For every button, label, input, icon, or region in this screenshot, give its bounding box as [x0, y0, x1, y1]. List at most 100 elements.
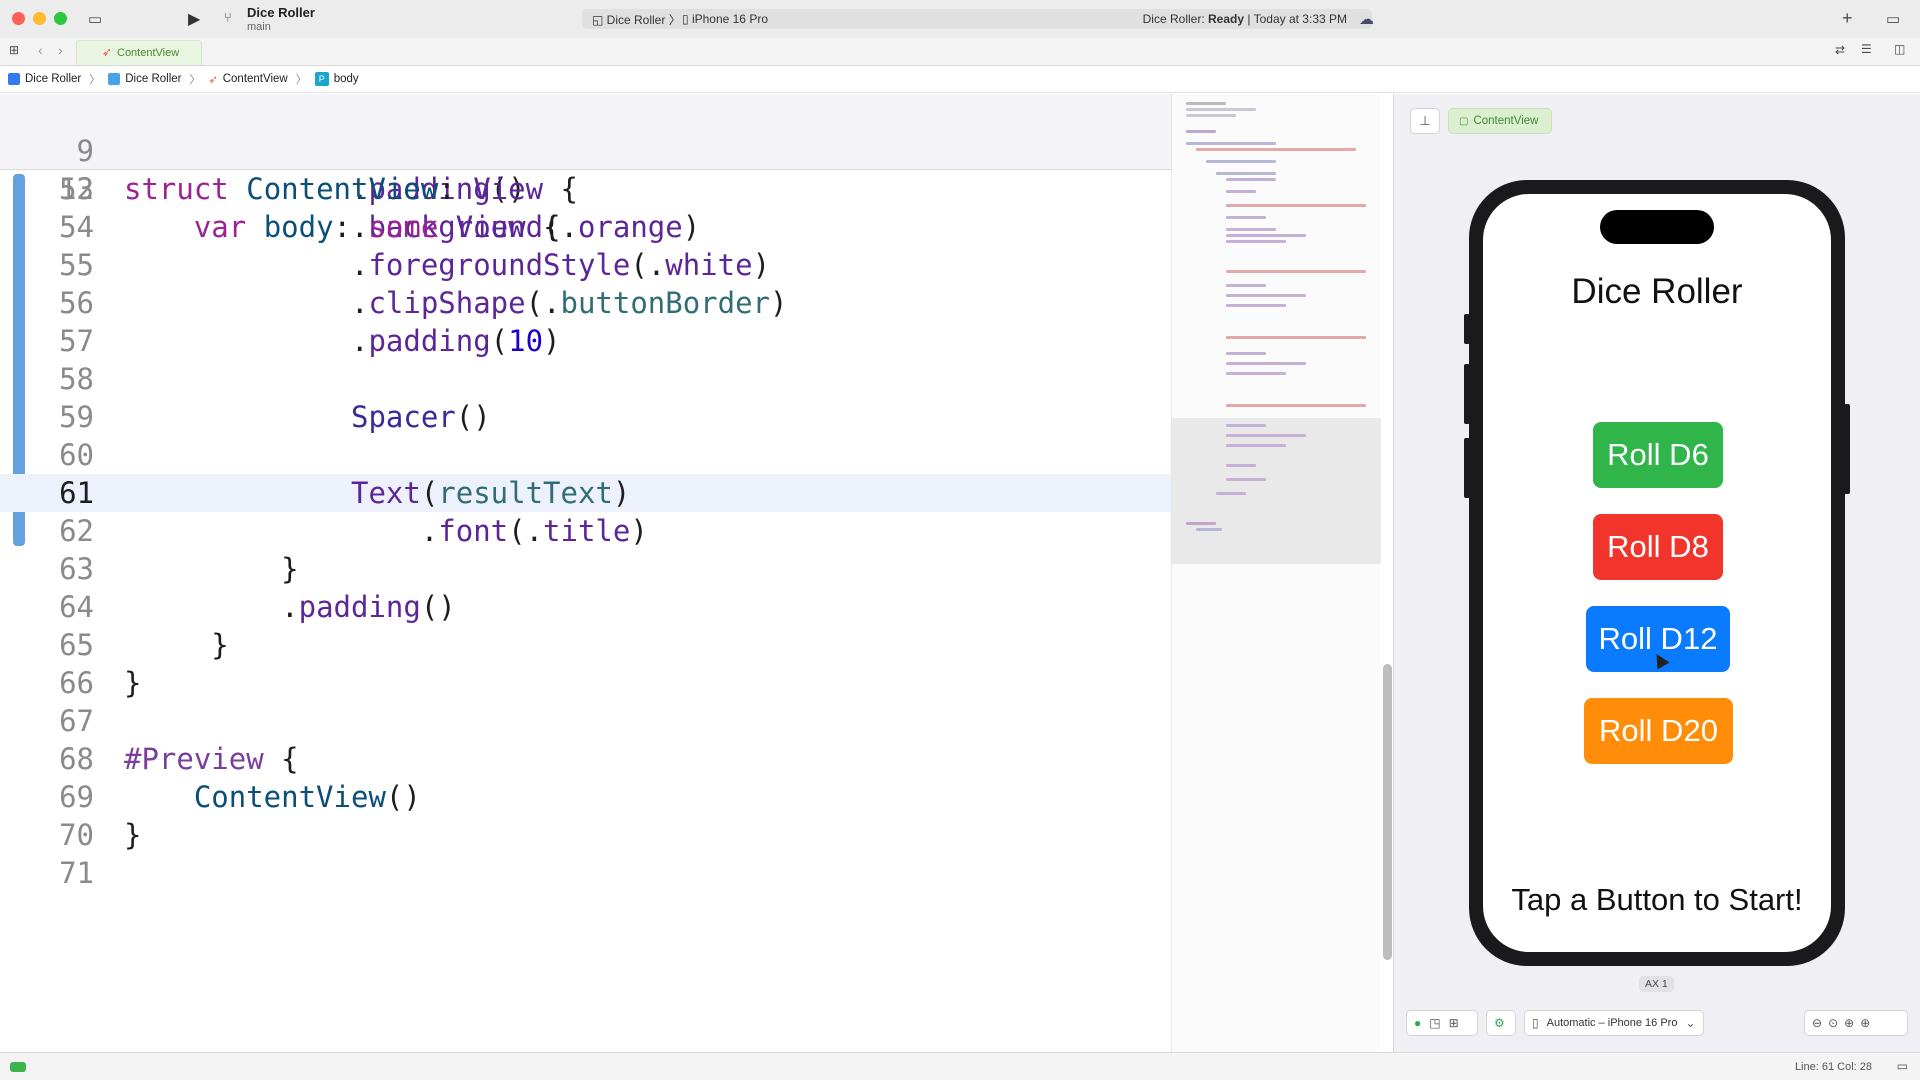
- code-line: 12 var body: some View {: [0, 132, 1171, 244]
- code-line: 71: [59, 856, 94, 890]
- code-line: 64 .padding(): [59, 590, 456, 624]
- breadcrumb-folder[interactable]: Dice Roller: [108, 73, 182, 85]
- device-selector[interactable]: ▯ Automatic – iPhone 16 Pro ⌄: [1524, 1010, 1704, 1036]
- zoom-out-icon[interactable]: ⊖: [1812, 1016, 1822, 1030]
- phone-icon: ▯: [1532, 1016, 1539, 1030]
- action-button: [1464, 314, 1470, 344]
- code-line: 56 .clipShape(.buttonBorder): [59, 286, 788, 320]
- code-editor[interactable]: 9 struct ContentView: View { 12 var body…: [0, 94, 1171, 1052]
- code-line: 59 Spacer(): [59, 400, 491, 434]
- device-icon: ▯: [682, 12, 692, 26]
- sticky-scope-header: 9 struct ContentView: View { 12 var body…: [0, 94, 1171, 244]
- roll-d6-button[interactable]: Roll D6: [1593, 422, 1723, 488]
- code-line: 60: [59, 438, 94, 472]
- zoom-fit-icon[interactable]: ⊕: [1844, 1016, 1854, 1030]
- code-line: 66}: [59, 666, 142, 700]
- code-line: 57 .padding(10): [59, 324, 561, 358]
- title-bar: ▭ ▶ ⑂ Dice Roller main ◱ Dice Roller 〉 ▯…: [0, 0, 1920, 38]
- project-name: Dice Roller: [247, 5, 315, 20]
- zoom-window-button[interactable]: [54, 12, 67, 25]
- swift-file-icon: ➶: [208, 73, 218, 86]
- code-line: 67: [59, 704, 94, 738]
- sync-icon[interactable]: ⇄: [1835, 43, 1845, 57]
- preview-controls: ● ◳ ⊞ ⚙ ▯ Automatic – iPhone 16 Pro ⌄ ⊖ …: [1394, 1006, 1920, 1046]
- chevron-right-icon: 〉: [89, 74, 101, 86]
- device-settings-button[interactable]: ⚙: [1486, 1010, 1516, 1036]
- breadcrumb-project[interactable]: Dice Roller: [8, 73, 81, 85]
- live-preview-icon[interactable]: ●: [1414, 1016, 1421, 1030]
- breadcrumb-file[interactable]: ➶ ContentView: [209, 73, 288, 86]
- preview-canvas: ⊥ ▢ ContentView Dice Roller Roll D6 Roll…: [1394, 94, 1920, 1052]
- chevron-right-icon: 〉: [295, 74, 307, 86]
- code-line: 70}: [59, 818, 142, 852]
- code-line: 63 }: [59, 552, 299, 586]
- current-code-line: 61 Text(resultText): [0, 474, 1171, 512]
- property-icon: P: [314, 72, 329, 86]
- result-text: Tap a Button to Start!: [1511, 882, 1803, 917]
- zoom-in-icon[interactable]: ⊕: [1860, 1016, 1870, 1030]
- dynamic-island: [1600, 210, 1714, 244]
- code-line: 69 ContentView(): [59, 780, 421, 814]
- accessibility-label: AX 1: [1639, 976, 1674, 992]
- code-line: 62 .font(.title): [59, 514, 648, 548]
- settings-icon: ⚙: [1494, 1016, 1505, 1030]
- run-button[interactable]: ▶: [188, 9, 200, 29]
- grid-icon[interactable]: ⊞: [9, 43, 19, 57]
- cursor-position: Line: 61 Col: 28: [1794, 1061, 1872, 1073]
- roll-d20-button[interactable]: Roll D20: [1584, 698, 1733, 764]
- minimize-window-button[interactable]: [33, 12, 46, 25]
- branch-name: main: [247, 21, 271, 33]
- preview-tab-contentview[interactable]: ▢ ContentView: [1448, 108, 1552, 134]
- sidebar-toggle-icon[interactable]: ▭: [88, 10, 102, 28]
- volume-down-button: [1464, 438, 1470, 498]
- build-status-icon[interactable]: [10, 1062, 26, 1072]
- cloud-icon[interactable]: ☁: [1359, 10, 1374, 28]
- code-line: 65 }: [59, 628, 229, 662]
- close-window-button[interactable]: [12, 12, 25, 25]
- app-title: Dice Roller: [1571, 272, 1743, 311]
- code-line: 9 struct ContentView: View {: [0, 94, 1171, 206]
- editor-scrollbar[interactable]: [1383, 664, 1392, 960]
- device-frame: Dice Roller Roll D6 Roll D8 Roll D12 Rol…: [1464, 180, 1850, 966]
- breadcrumb-symbol[interactable]: Pbody: [314, 72, 359, 86]
- preview-mode-group: ● ◳ ⊞: [1406, 1010, 1478, 1036]
- forward-icon[interactable]: ›: [58, 42, 63, 58]
- code-line: 58: [59, 362, 94, 396]
- tab-contentview[interactable]: ➶ ContentView: [76, 40, 202, 65]
- selectable-mode-icon[interactable]: ◳: [1429, 1016, 1440, 1030]
- view-icon: ▢: [1459, 115, 1469, 127]
- status-bar: Line: 61 Col: 28 ▭: [0, 1052, 1920, 1080]
- window-controls: [12, 12, 67, 25]
- folder-icon: [108, 73, 121, 85]
- minimap[interactable]: [1171, 94, 1381, 1052]
- scheme-selector[interactable]: ◱ Dice Roller 〉: [592, 11, 681, 28]
- branch-icon: ⑂: [224, 10, 232, 25]
- volume-up-button: [1464, 364, 1470, 424]
- minimap-viewport[interactable]: [1172, 418, 1381, 564]
- code-line: 68 #Preview {: [59, 742, 299, 776]
- run-destination-selector[interactable]: ▯ iPhone 16 Pro: [682, 12, 768, 26]
- debug-area-toggle-icon[interactable]: ▭: [1897, 1059, 1908, 1073]
- chevron-down-icon: ⌄: [1685, 1016, 1696, 1030]
- zoom-controls: ⊖ ⊙ ⊕ ⊕: [1804, 1010, 1908, 1036]
- inspector-toggle-icon[interactable]: ▭: [1886, 10, 1900, 28]
- device-screen: Dice Roller Roll D6 Roll D8 Roll D12 Rol…: [1483, 194, 1831, 952]
- chevron-right-icon: 〉: [189, 74, 201, 86]
- zoom-100-icon[interactable]: ⊙: [1828, 1016, 1838, 1030]
- side-button: [1844, 404, 1850, 494]
- build-status: Dice Roller: Ready | Today at 3:33 PM: [1142, 12, 1347, 26]
- roll-d8-button[interactable]: Roll D8: [1593, 514, 1723, 580]
- add-icon[interactable]: +: [1842, 8, 1853, 29]
- scheme-icon: ◱: [592, 12, 607, 27]
- code-line: 55 .foregroundStyle(.white): [59, 248, 771, 282]
- pin-preview-button[interactable]: ⊥: [1410, 108, 1440, 134]
- variants-icon[interactable]: ⊞: [1449, 1016, 1459, 1030]
- pin-icon: ⊥: [1419, 113, 1431, 128]
- tab-bar: ⊞ ‹ › ➶ ContentView ⇄ ☰ ◫: [0, 38, 1920, 66]
- split-editor-icon[interactable]: ◫: [1894, 42, 1905, 56]
- breadcrumb: Dice Roller 〉 Dice Roller 〉 ➶ ContentView…: [0, 66, 1920, 93]
- back-icon[interactable]: ‹: [38, 42, 43, 58]
- editor-options-icon[interactable]: ☰: [1861, 42, 1872, 56]
- swift-file-icon: ➶: [102, 45, 113, 59]
- activity-bar: ◱ Dice Roller 〉 ▯ iPhone 16 Pro Dice Rol…: [582, 9, 1372, 29]
